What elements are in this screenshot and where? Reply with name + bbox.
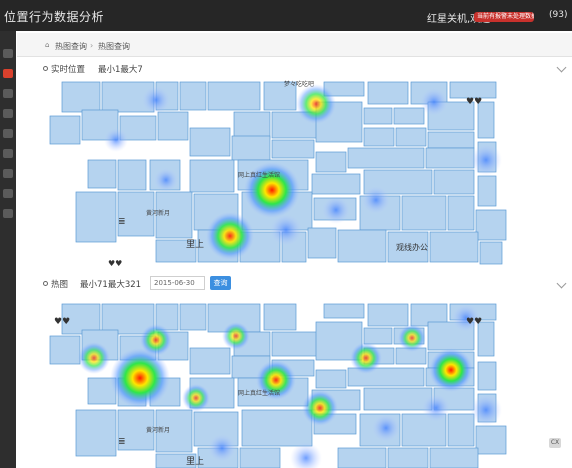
sidebar-item-settings[interactable] [3,209,13,218]
svg-text:黄河新月: 黄河新月 [146,426,170,434]
top-bar: 位置行为数据分析 红星关机,欢迎 当前有报警未处理数据 (93) [0,0,572,31]
sidebar-item-report[interactable] [3,189,13,198]
sidebar-item-device[interactable] [3,129,13,138]
svg-text:观线办公: 观线办公 [396,242,428,252]
svg-text:里上: 里上 [186,456,204,467]
realtime-floor-map: 梦々吃吃吧 网上真红生活馆 黄河新月 里上 观线办公 ♥♥ ♥♥ ≣ [46,80,556,270]
svg-text:网上真红生活馆: 网上真红生活馆 [238,171,280,179]
svg-text:♥♥: ♥♥ [466,97,482,107]
svg-text:≣: ≣ [118,437,126,447]
realtime-range: 最小1最大7 [98,65,143,75]
svg-text:黄河新月: 黄河新月 [146,209,170,217]
svg-text:网上真红生活馆: 网上真红生活馆 [238,389,280,397]
svg-text:里上: 里上 [186,239,204,250]
date-input[interactable] [150,276,205,290]
escalator-icon: ≣ [118,217,126,227]
radio-dot-icon [43,66,48,71]
alert-badge[interactable]: 当前有报警未处理数据 [474,12,534,22]
sidebar-item-track[interactable] [3,169,13,178]
daily-heatmap: 网上真红生活馆 黄河新月 里上 ♥♥ ♥♥ ≣ [46,298,556,468]
sidebar [0,31,16,468]
heatmap-range: 最小71最大321 [80,280,142,290]
sidebar-item-people[interactable] [3,109,13,118]
sidebar-item-home[interactable] [3,49,13,58]
side-toggle-button[interactable]: CX [549,438,561,448]
app-title: 位置行为数据分析 [4,10,105,24]
map-label-top: 梦々吃吃吧 [284,80,314,88]
sidebar-item-heatmap[interactable] [3,69,13,78]
svg-text:♥♥: ♥♥ [54,317,70,327]
query-button[interactable]: 查询 [210,276,231,290]
alert-count[interactable]: (93) [549,10,567,20]
realtime-title: 实时位置 [51,65,86,75]
heatmap-title: 热图 [51,280,69,290]
sidebar-item-stats[interactable] [3,89,13,98]
home-icon[interactable]: ⌂ [45,41,49,49]
daily-map-svg: 网上真红生活馆 黄河新月 里上 ♥♥ ♥♥ ≣ [49,303,507,468]
realtime-map-svg: 梦々吃吃吧 网上真红生活馆 黄河新月 里上 观线办公 ♥♥ ♥♥ ≣ [49,80,507,268]
radio-dot-icon [43,281,48,286]
chevron-right-icon: › [90,41,94,50]
breadcrumb-home[interactable]: 热图查询 [55,41,87,52]
breadcrumb-current: 热图查询 [98,42,130,51]
svg-text:♥♥: ♥♥ [466,317,482,327]
sidebar-item-alarm[interactable] [3,149,13,158]
restroom-icon: ♥♥ [108,259,122,268]
